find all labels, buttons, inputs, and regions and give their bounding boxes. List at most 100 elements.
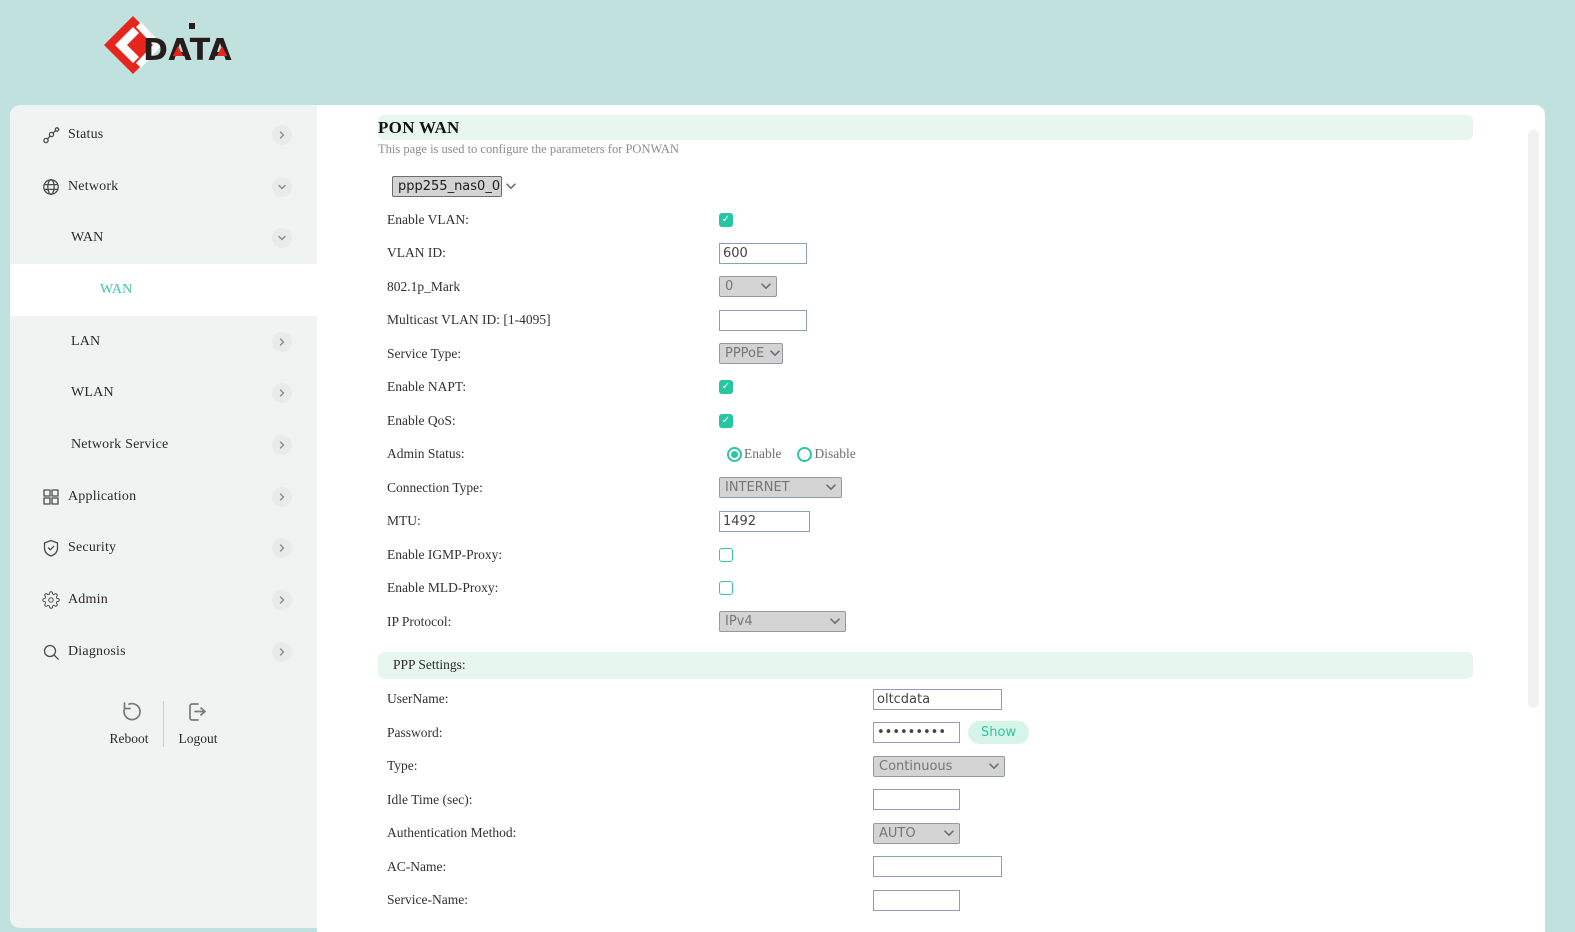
sidebar-item-security[interactable]: Security xyxy=(10,523,317,575)
ppp-type-value: Continuous xyxy=(879,759,952,774)
reboot-icon xyxy=(117,700,141,729)
sidebar-item-status[interactable]: Status xyxy=(10,109,317,161)
service-name-input[interactable] xyxy=(873,890,960,911)
sidebar-item-label: Diagnosis xyxy=(68,644,126,660)
magnifier-icon xyxy=(42,643,60,661)
chevron-down-icon[interactable] xyxy=(272,228,292,248)
chevron-right-icon[interactable] xyxy=(272,642,292,662)
form-row: Type: Continuous xyxy=(317,750,1545,784)
show-password-button[interactable]: Show xyxy=(968,721,1029,744)
field-label: Admin Status: xyxy=(387,446,719,462)
enable-qos-checkbox[interactable]: ✓ xyxy=(719,414,733,428)
field-label: Idle Time (sec): xyxy=(387,792,873,808)
chevron-right-icon[interactable] xyxy=(272,383,292,403)
authentication-method-value: AUTO xyxy=(879,826,916,841)
form-row: VLAN ID: xyxy=(317,237,1545,271)
ppp-type-select[interactable]: Continuous xyxy=(873,756,1005,777)
chevron-down-icon xyxy=(944,830,954,837)
cdata-logo: DATA xyxy=(103,14,253,78)
sidebar-item-diagnosis[interactable]: Diagnosis xyxy=(10,626,317,678)
sidebar-item-network[interactable]: Network xyxy=(10,161,317,213)
chevron-down-icon xyxy=(770,350,780,357)
sidebar-item-lan[interactable]: LAN xyxy=(10,316,317,368)
field-label: Service Type: xyxy=(387,346,719,362)
ac-name-input[interactable] xyxy=(873,856,1002,877)
admin-status-disable-radio[interactable] xyxy=(797,447,812,462)
field-label: Enable NAPT: xyxy=(387,379,719,395)
sidebar-item-network-service[interactable]: Network Service xyxy=(10,419,317,471)
sidebar-item-label: Admin xyxy=(68,592,108,608)
field-label: Enable IGMP-Proxy: xyxy=(387,547,719,563)
scrollbar-thumb[interactable] xyxy=(1528,130,1539,708)
chevron-down-icon xyxy=(761,283,771,290)
form-row: Connection Type: INTERNET xyxy=(317,471,1545,505)
dot1p-mark-select[interactable]: 0 xyxy=(719,276,777,297)
multicast-vlan-id-input[interactable] xyxy=(719,310,807,331)
logo-wordmark: DATA xyxy=(143,33,232,68)
form-row: Multicast VLAN ID: [1-4095] xyxy=(317,304,1545,338)
ppp-settings-band: PPP Settings: xyxy=(378,652,1473,679)
sidebar-item-label: Security xyxy=(68,540,116,556)
chevron-right-icon[interactable] xyxy=(272,435,292,455)
sidebar-item-label: WLAN xyxy=(71,385,114,401)
enable-igmp-proxy-checkbox[interactable] xyxy=(719,548,733,562)
form-row: Service Type: PPPoE xyxy=(317,337,1545,371)
radio-label: Disable xyxy=(814,446,855,462)
sidebar-item-wan-active[interactable]: WAN xyxy=(10,264,317,316)
sidebar-item-wan-group[interactable]: WAN xyxy=(10,212,317,264)
sidebar-item-wlan[interactable]: WLAN xyxy=(10,367,317,419)
sidebar-item-admin[interactable]: Admin xyxy=(10,574,317,626)
wan-form: Enable VLAN: ✓ VLAN ID: 802.1p_Mark 0 Mu… xyxy=(317,203,1545,639)
idle-time-input[interactable] xyxy=(873,789,960,810)
field-label: Multicast VLAN ID: [1-4095] xyxy=(387,312,719,328)
chevron-right-icon[interactable] xyxy=(272,590,292,610)
form-row: Service-Name: xyxy=(317,884,1545,918)
sidebar-item-application[interactable]: Application xyxy=(10,471,317,523)
connection-type-select[interactable]: INTERNET xyxy=(719,477,842,498)
chevron-right-icon[interactable] xyxy=(272,125,292,145)
chevron-right-icon[interactable] xyxy=(272,487,292,507)
page-subtitle: This page is used to configure the param… xyxy=(378,142,1545,159)
reboot-button[interactable]: Reboot xyxy=(96,700,162,747)
page-title-band: PON WAN xyxy=(378,115,1473,140)
ip-protocol-value: IPv4 xyxy=(725,614,753,629)
chevron-down-icon[interactable] xyxy=(272,177,292,197)
main-content: PON WAN This page is used to configure t… xyxy=(317,105,1545,932)
logout-button[interactable]: Logout xyxy=(165,700,231,747)
password-input[interactable] xyxy=(873,722,960,743)
field-label: IP Protocol: xyxy=(387,614,719,630)
field-label: Authentication Method: xyxy=(387,825,873,841)
service-type-select[interactable]: PPPoE xyxy=(719,343,783,364)
wan-interface-select[interactable]: ppp255_nas0_0 xyxy=(392,176,502,197)
form-row: Password: Show xyxy=(317,716,1545,750)
wan-interface-value: ppp255_nas0_0 xyxy=(398,179,500,194)
enable-napt-checkbox[interactable]: ✓ xyxy=(719,380,733,394)
username-input[interactable] xyxy=(873,689,1002,710)
form-row: UserName: xyxy=(317,683,1545,717)
service-type-value: PPPoE xyxy=(725,346,764,361)
page-title: PON WAN xyxy=(378,118,460,138)
authentication-method-select[interactable]: AUTO xyxy=(873,823,960,844)
field-label: 802.1p_Mark xyxy=(387,279,719,295)
ppp-settings-heading: PPP Settings: xyxy=(393,657,466,673)
mtu-input[interactable] xyxy=(719,511,810,532)
chevron-right-icon[interactable] xyxy=(272,538,292,558)
enable-vlan-checkbox[interactable]: ✓ xyxy=(719,213,733,227)
check-icon: ✓ xyxy=(722,416,730,426)
divider xyxy=(163,701,164,747)
globe-icon xyxy=(42,178,60,196)
chevron-down-icon xyxy=(506,183,516,190)
sidebar-item-label: WAN xyxy=(71,230,103,246)
form-row: 802.1p_Mark 0 xyxy=(317,270,1545,304)
chevron-down-icon xyxy=(830,618,840,625)
admin-status-enable-radio[interactable] xyxy=(727,447,742,462)
ip-protocol-select[interactable]: IPv4 xyxy=(719,611,846,632)
chevron-right-icon[interactable] xyxy=(272,332,292,352)
form-row: Enable NAPT: ✓ xyxy=(317,371,1545,405)
vlan-id-input[interactable] xyxy=(719,243,807,264)
radio-label: Enable xyxy=(744,446,781,462)
power-controls: Reboot Logout xyxy=(10,700,317,747)
ppp-form: UserName: Password: Show Type: Continuou… xyxy=(317,683,1545,918)
dot1p-mark-value: 0 xyxy=(725,279,733,294)
enable-mld-proxy-checkbox[interactable] xyxy=(719,581,733,595)
